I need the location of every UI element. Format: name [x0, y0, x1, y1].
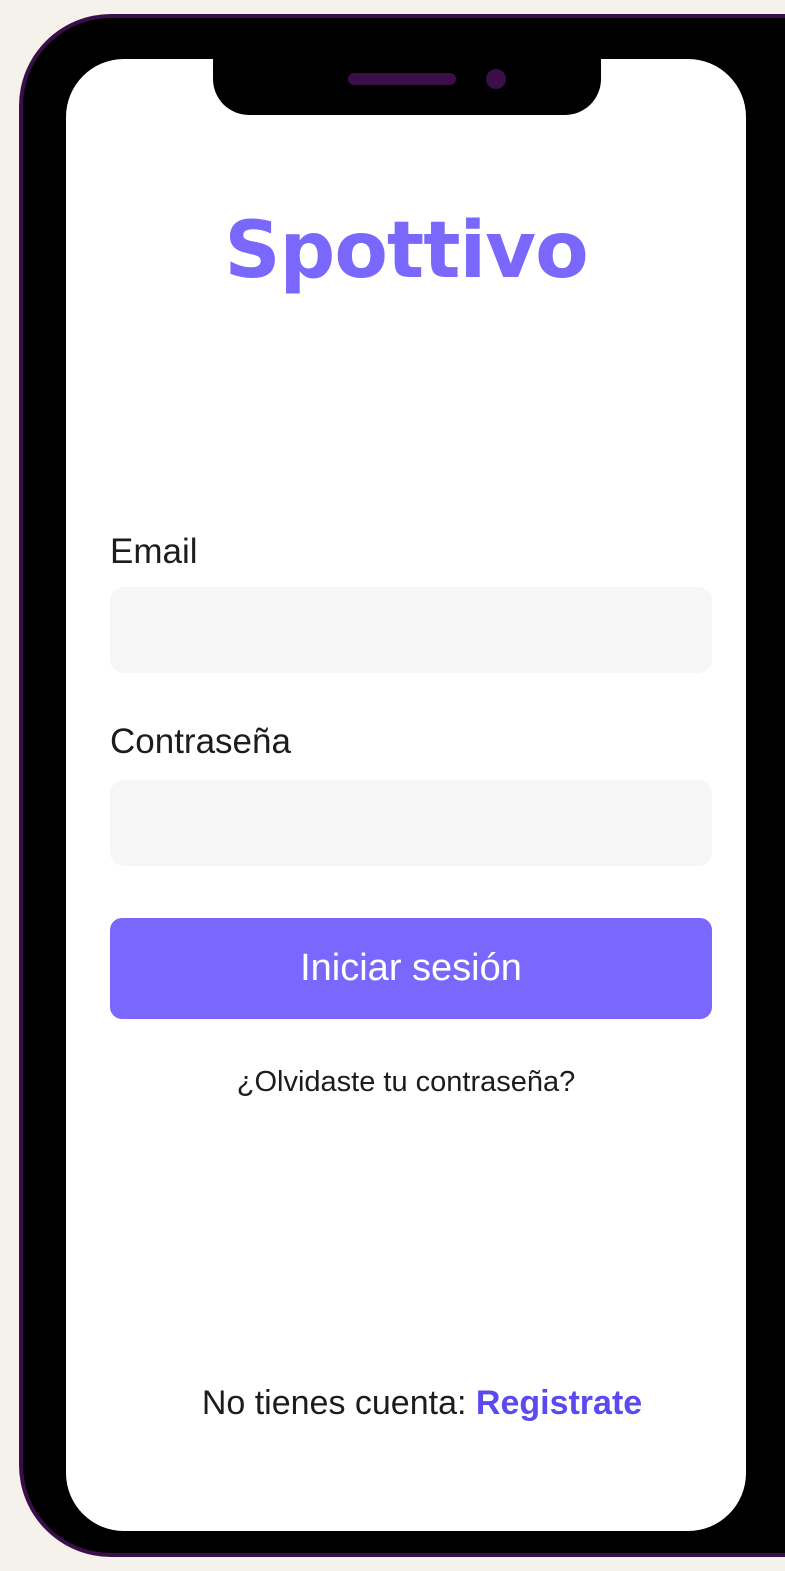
- signup-prompt: No tienes cuenta:: [201, 1384, 467, 1422]
- phone-notch: [213, 59, 601, 115]
- email-label: Email: [110, 532, 198, 571]
- login-button[interactable]: Iniciar sesión: [110, 918, 712, 1019]
- password-label: Contraseña: [110, 722, 291, 761]
- speaker-grille: [348, 73, 456, 85]
- signup-row: No tienes cuenta: Registrate: [66, 1380, 778, 1426]
- forgot-password-link[interactable]: ¿Olvidaste tu contraseña?: [66, 1060, 746, 1104]
- password-field[interactable]: [110, 780, 712, 866]
- signup-link[interactable]: Registrate: [476, 1384, 642, 1422]
- app-logo: Spottivo: [224, 206, 588, 296]
- email-field[interactable]: [110, 587, 712, 673]
- front-camera-icon: [486, 69, 506, 89]
